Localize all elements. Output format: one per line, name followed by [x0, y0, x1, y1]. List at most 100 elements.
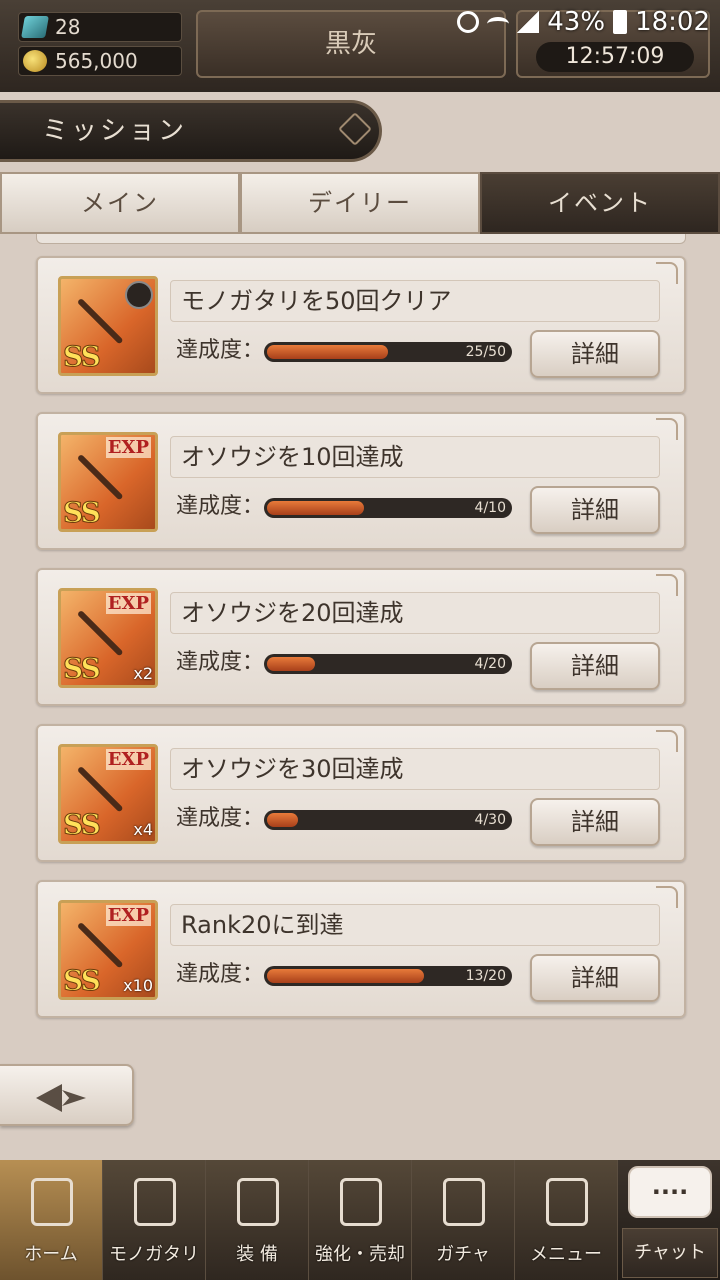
signal-icon	[517, 11, 540, 33]
rarity-label: SS	[63, 496, 102, 530]
progress-text: 4/30	[474, 812, 506, 828]
tab-daily[interactable]: デイリー	[240, 172, 480, 234]
progress-fill	[267, 657, 315, 671]
nav-equipment[interactable]: 装 備	[206, 1160, 309, 1280]
main-panel: ミッション メイン デイリー イベント SS モノガタリを50回クリア 達成度：…	[0, 92, 720, 1160]
timer-value: 12:57:09	[536, 42, 694, 72]
progress-bar: 4/30	[264, 810, 512, 830]
tab-event[interactable]: イベント	[480, 172, 720, 234]
progress-bar: 25/50	[264, 342, 512, 362]
progress-bar: 4/20	[264, 654, 512, 674]
exp-sword-icon[interactable]: EXP SS x4	[58, 744, 158, 844]
mission-name: Rank20に到達	[170, 904, 660, 946]
mission-list[interactable]: SS モノガタリを50回クリア 達成度： 25/50 詳細 EXP SS オソウ…	[36, 256, 686, 1036]
detail-button[interactable]: 詳細	[530, 798, 660, 846]
corner-ornament-icon	[656, 574, 678, 596]
detail-button[interactable]: 詳細	[530, 330, 660, 378]
battery-icon	[613, 10, 628, 34]
nav-menu[interactable]: メニュー	[515, 1160, 618, 1280]
exp-badge: EXP	[105, 437, 151, 458]
hammer-badge-icon	[125, 281, 153, 309]
progress-label: 達成度：	[176, 962, 265, 987]
clock: 18:02	[635, 7, 710, 37]
progress-label: 達成度：	[176, 338, 265, 363]
progress-label: 達成度：	[176, 650, 265, 675]
tab-main[interactable]: メイン	[0, 172, 240, 234]
detail-button[interactable]: 詳細	[530, 486, 660, 534]
mission-name: オソウジを30回達成	[170, 748, 660, 790]
nav-gacha[interactable]: ガチャ	[412, 1160, 515, 1280]
progress-fill	[267, 501, 364, 515]
system-status-bar: 43% 18:02	[457, 4, 710, 40]
mission-card: SS モノガタリを50回クリア 達成度： 25/50 詳細	[36, 256, 686, 394]
coin-count: 565,000	[55, 49, 138, 73]
back-arrow-tail-icon	[62, 1090, 86, 1106]
progress-text: 25/50	[465, 344, 506, 360]
rarity-label: SS	[63, 652, 102, 686]
gears-icon	[546, 1178, 588, 1226]
nav-label: 強化・売却	[315, 1244, 405, 1265]
progress-label: 達成度：	[176, 806, 265, 831]
weapon-shape	[76, 765, 124, 813]
corner-ornament-icon	[656, 886, 678, 908]
coins-icon	[23, 50, 47, 72]
exp-sword-icon[interactable]: EXP SS x2	[58, 588, 158, 688]
back-arrow-icon	[36, 1084, 62, 1112]
crossed-swords-icon	[443, 1178, 485, 1226]
weapon-shape	[76, 453, 124, 501]
mission-name: オソウジを20回達成	[170, 592, 660, 634]
book-icon	[134, 1178, 176, 1226]
nav-enhance-sell[interactable]: 強化・売却	[309, 1160, 412, 1280]
mission-card: EXP SS オソウジを10回達成 達成度： 4/10 詳細	[36, 412, 686, 550]
chat-bubble-icon: ....	[628, 1166, 712, 1218]
mission-name: モノガタリを50回クリア	[170, 280, 660, 322]
chat-button[interactable]: .... チャット	[622, 1166, 718, 1278]
wifi-icon	[487, 17, 510, 31]
axe-weapon-icon[interactable]: SS	[58, 276, 158, 376]
nav-monogatari[interactable]: モノガタリ	[103, 1160, 206, 1280]
mission-card: EXP SS x10 Rank20に到達 達成度： 13/20 詳細	[36, 880, 686, 1018]
item-quantity: x4	[133, 820, 153, 839]
bottom-nav: ホーム モノガタリ 装 備 強化・売却 ガチャ メニュー	[0, 1160, 720, 1280]
gem-counter[interactable]: 28	[18, 12, 182, 42]
mission-name: オソウジを10回達成	[170, 436, 660, 478]
page-title: ミッション	[42, 116, 188, 146]
rarity-label: SS	[63, 340, 102, 374]
top-header: 28 565,000 黒灰 12:57:09 43% 18:02	[0, 0, 720, 92]
chat-label: チャット	[622, 1228, 718, 1278]
coin-counter[interactable]: 565,000	[18, 46, 182, 76]
weapon-shape	[76, 609, 124, 657]
gem-count: 28	[55, 15, 81, 39]
nav-home[interactable]: ホーム	[0, 1160, 103, 1280]
progress-fill	[267, 345, 388, 359]
back-button[interactable]	[0, 1064, 134, 1126]
diamond-ornament-icon	[338, 112, 372, 146]
alarm-icon	[457, 11, 480, 33]
exp-sword-icon[interactable]: EXP SS	[58, 432, 158, 532]
castle-icon	[31, 1178, 73, 1226]
corner-ornament-icon	[656, 418, 678, 440]
corner-ornament-icon	[656, 262, 678, 284]
weapon-shape	[76, 297, 124, 345]
nav-label: ガチャ	[436, 1244, 490, 1265]
detail-button[interactable]: 詳細	[530, 954, 660, 1002]
exp-badge: EXP	[105, 905, 151, 926]
exp-badge: EXP	[105, 749, 151, 770]
progress-text: 4/20	[474, 656, 506, 672]
item-quantity: x10	[123, 976, 153, 995]
gem-icon	[21, 16, 49, 38]
previous-card-edge	[36, 234, 686, 244]
nav-label: モノガタリ	[109, 1244, 199, 1265]
progress-bar: 4/10	[264, 498, 512, 518]
exp-sword-icon[interactable]: EXP SS x10	[58, 900, 158, 1000]
progress-fill	[267, 969, 424, 983]
mission-card: EXP SS x4 オソウジを30回達成 達成度： 4/30 詳細	[36, 724, 686, 862]
progress-label: 達成度：	[176, 494, 265, 519]
rarity-label: SS	[63, 964, 102, 998]
mission-title-bar: ミッション	[0, 100, 382, 162]
detail-button[interactable]: 詳細	[530, 642, 660, 690]
item-quantity: x2	[133, 664, 153, 683]
progress-text: 4/10	[474, 500, 506, 516]
progress-bar: 13/20	[264, 966, 512, 986]
battery-percent: 43%	[547, 7, 606, 37]
